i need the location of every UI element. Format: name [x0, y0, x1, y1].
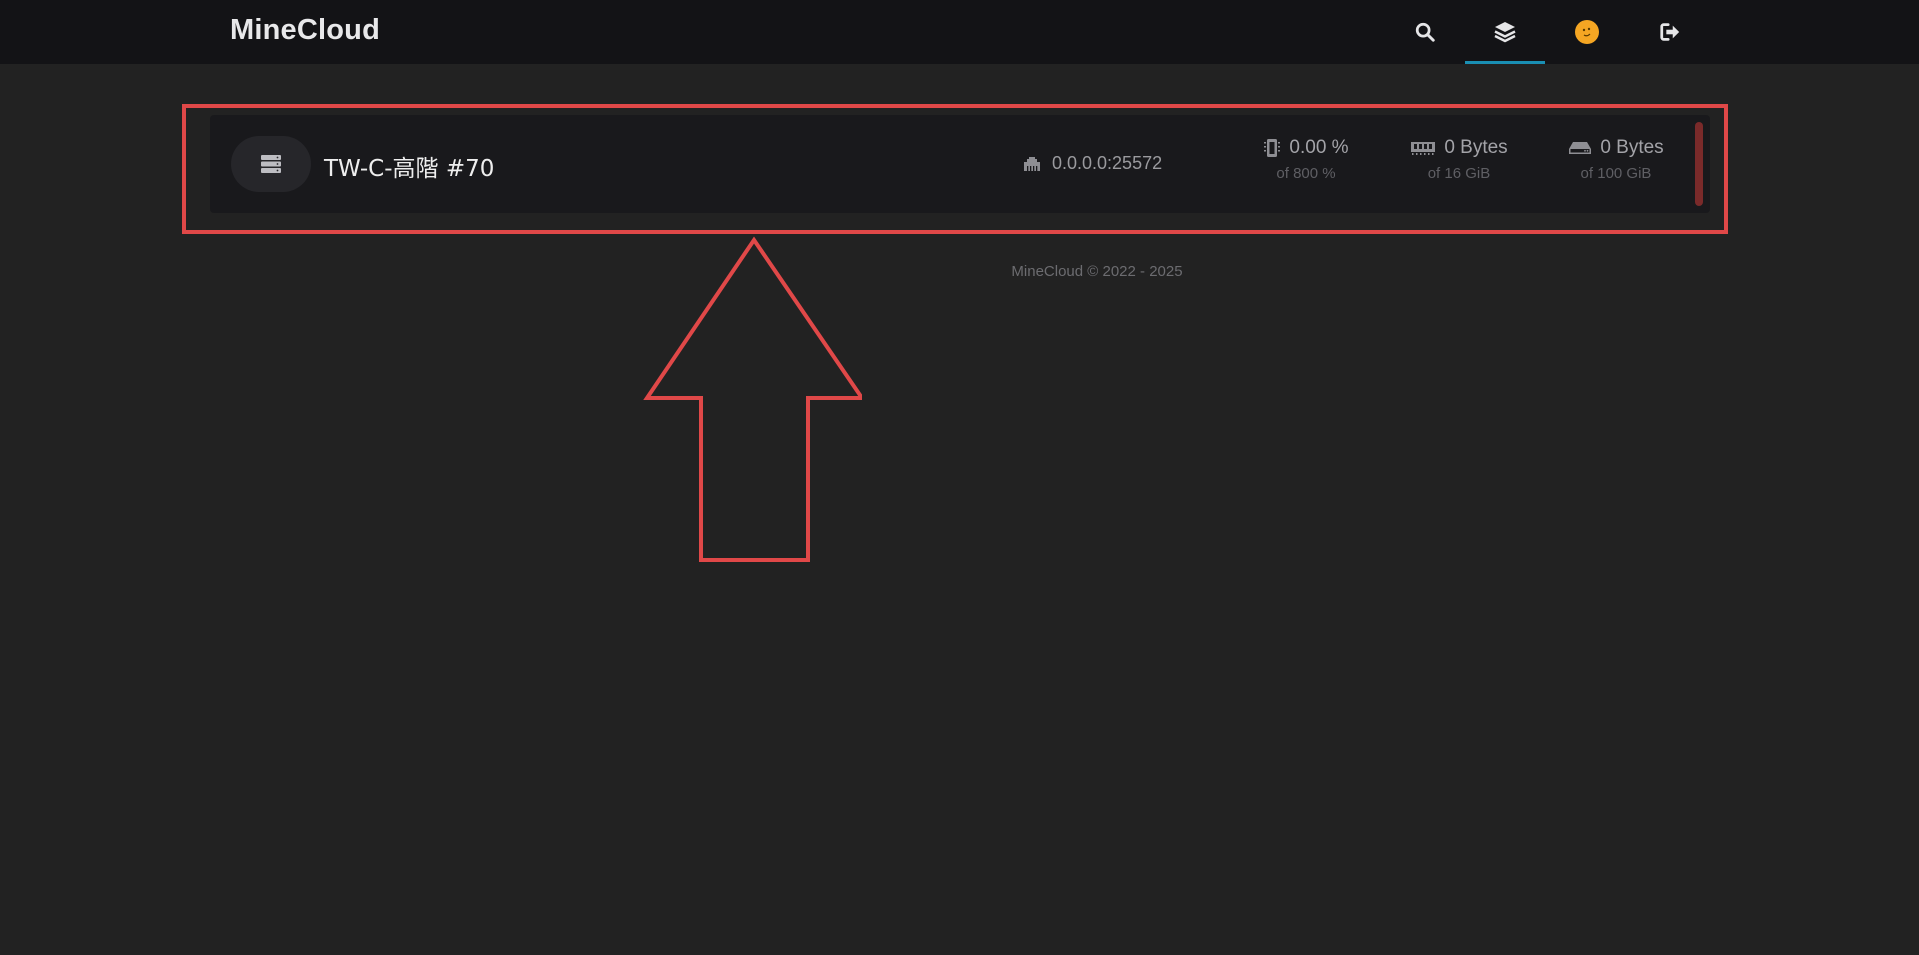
search-icon — [1415, 22, 1435, 42]
nav-search[interactable] — [1385, 0, 1465, 64]
footer-copyright: MineCloud © 2022 - 2025 — [1011, 263, 1183, 280]
brand-logo[interactable]: MineCloud — [230, 14, 380, 47]
nav-servers[interactable] — [1465, 0, 1545, 64]
avatar — [1575, 20, 1599, 44]
layers-icon — [1494, 22, 1516, 43]
up-arrow-annotation — [643, 236, 862, 562]
nav-logout[interactable] — [1630, 0, 1710, 64]
highlight-box — [182, 104, 1728, 234]
nav-account[interactable] — [1547, 0, 1627, 64]
top-navbar: MineCloud — [0, 0, 1919, 64]
logout-icon — [1660, 23, 1680, 41]
